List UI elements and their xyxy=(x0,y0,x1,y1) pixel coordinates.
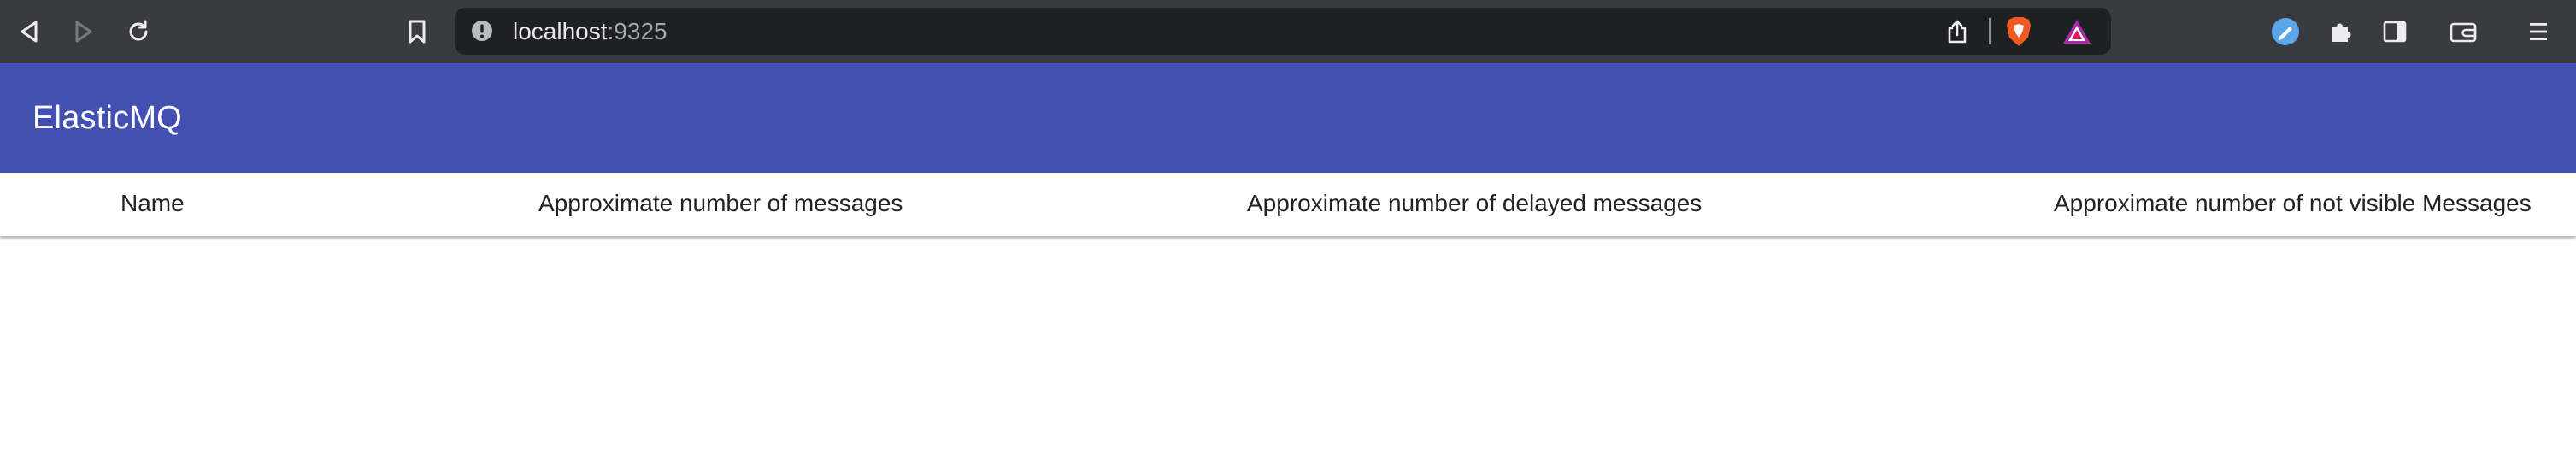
bookmark-icon[interactable] xyxy=(400,15,434,49)
url-port: :9325 xyxy=(607,18,668,44)
extension-avatar-icon[interactable] xyxy=(2268,15,2303,49)
brave-lion-icon[interactable] xyxy=(2002,15,2036,49)
browser-toolbar: localhost:9325 xyxy=(0,0,2576,63)
forward-arrow-icon[interactable] xyxy=(67,15,101,49)
column-header-delayed-messages: Approximate number of delayed messages xyxy=(1247,190,1703,216)
column-header-not-visible-messages: Approximate number of not visible Messag… xyxy=(2054,190,2532,216)
url-host: localhost xyxy=(513,18,608,44)
url-divider xyxy=(1989,18,1991,44)
address-bar[interactable]: localhost:9325 xyxy=(455,8,2111,55)
url-text[interactable]: localhost:9325 xyxy=(513,8,668,55)
wallet-icon[interactable] xyxy=(2446,15,2480,49)
back-arrow-icon[interactable] xyxy=(12,15,46,49)
share-icon[interactable] xyxy=(1940,15,1974,49)
hamburger-menu-icon[interactable] xyxy=(2521,15,2555,49)
app-bar: ElasticMQ xyxy=(0,63,2576,173)
reload-icon[interactable] xyxy=(121,15,156,49)
sidebar-toggle-icon[interactable] xyxy=(2378,15,2412,49)
column-header-name: Name xyxy=(121,190,185,216)
queues-table: Name Approximate number of messages Appr… xyxy=(0,173,2576,236)
app-title: ElasticMQ xyxy=(32,100,182,136)
brave-rewards-triangle-icon[interactable] xyxy=(2060,15,2094,49)
puzzle-piece-icon[interactable] xyxy=(2323,15,2357,49)
column-header-messages: Approximate number of messages xyxy=(538,190,903,216)
info-icon[interactable] xyxy=(470,19,494,43)
